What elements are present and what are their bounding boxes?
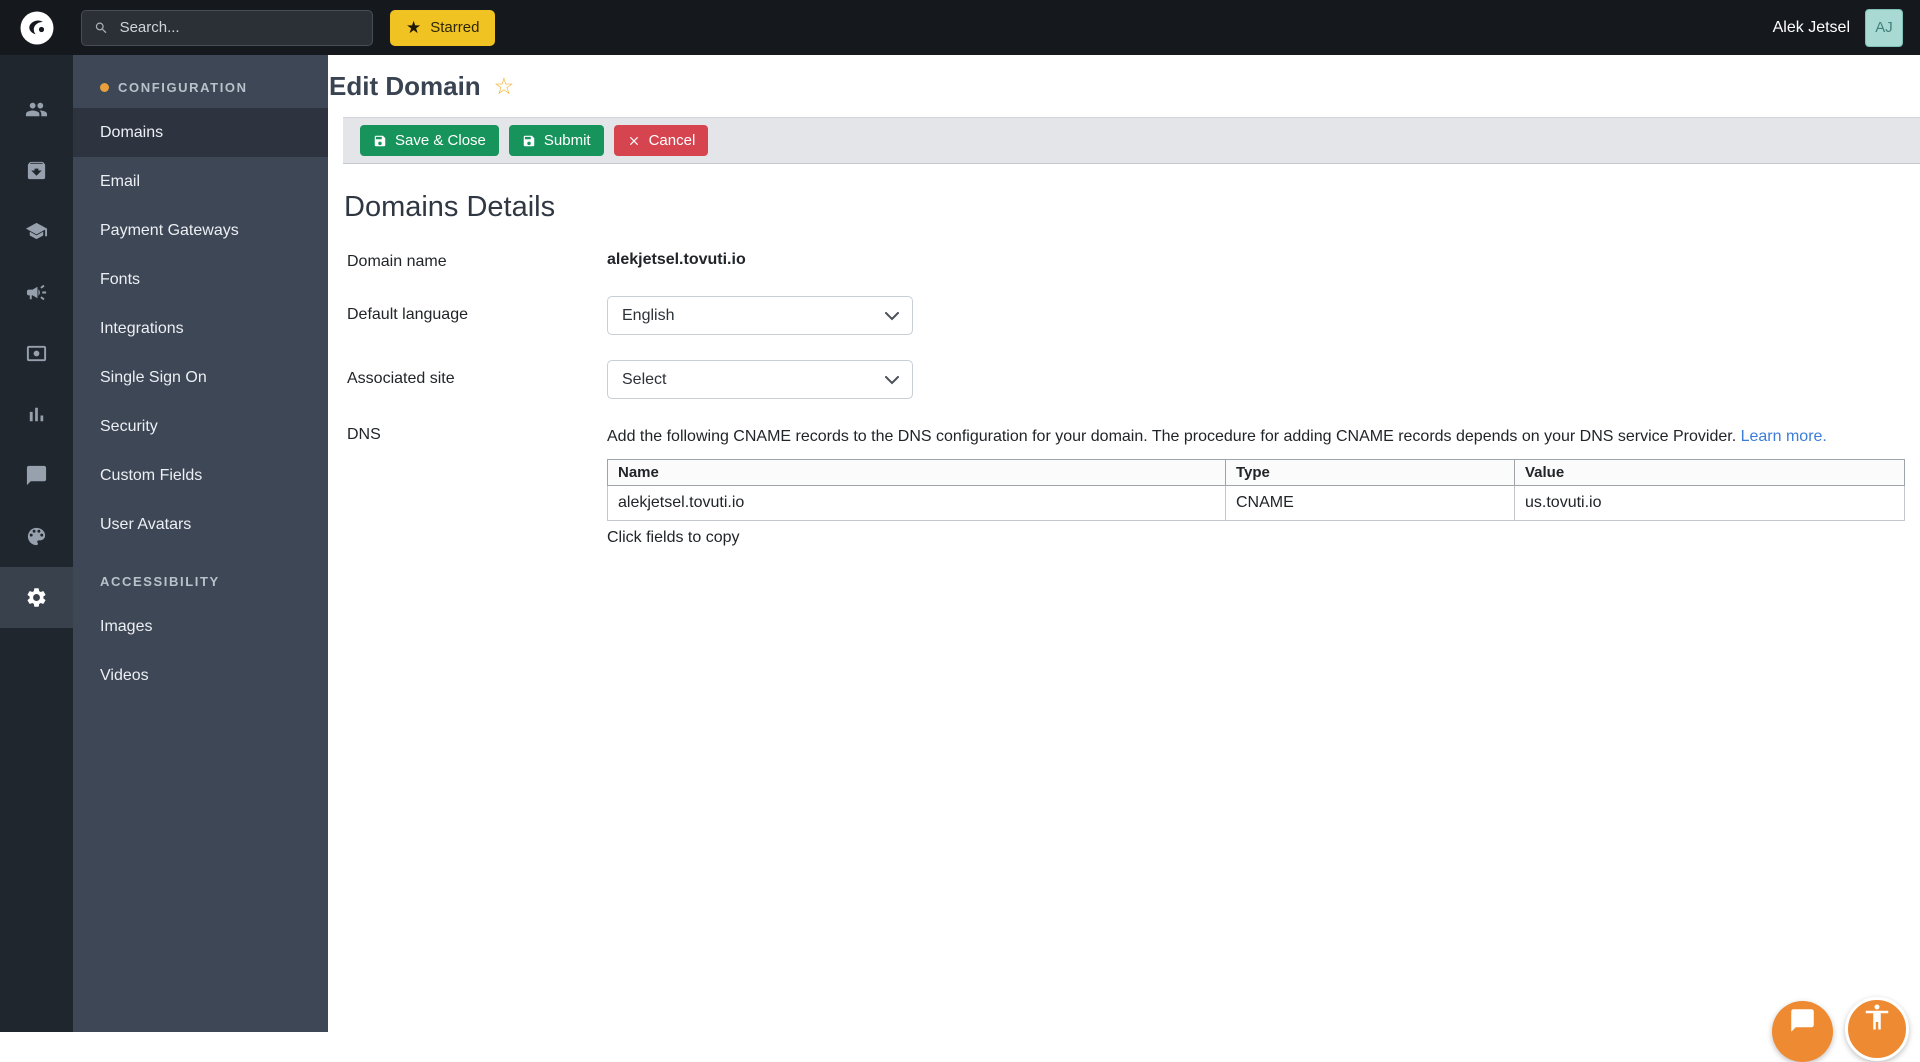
chart-icon bbox=[25, 403, 48, 426]
chat-icon bbox=[25, 464, 48, 487]
submit-button[interactable]: Submit bbox=[509, 125, 604, 156]
sidebar-item-videos[interactable]: Videos bbox=[73, 651, 328, 700]
sidebar-item-domains[interactable]: Domains bbox=[73, 108, 328, 157]
section-title: CONFIGURATION bbox=[118, 80, 248, 95]
search-input[interactable] bbox=[118, 18, 360, 37]
save-icon bbox=[522, 134, 536, 148]
dns-label: DNS bbox=[347, 424, 607, 444]
gear-icon bbox=[25, 586, 48, 609]
domain-name-value: alekjetsel.tovuti.io bbox=[607, 251, 746, 269]
default-language-value: English bbox=[622, 307, 674, 325]
chevron-down-icon bbox=[885, 312, 899, 321]
sidebar: CONFIGURATION Domains Email Payment Gate… bbox=[73, 55, 328, 1032]
topbar: ★ Starred Alek Jetsel AJ bbox=[0, 0, 1920, 55]
header-type: Type bbox=[1226, 459, 1515, 485]
rail-item-marketing[interactable] bbox=[0, 262, 73, 323]
sidebar-item-payment-gateways[interactable]: Payment Gateways bbox=[73, 206, 328, 255]
default-language-row: Default language English bbox=[347, 296, 1920, 335]
rail-item-settings[interactable] bbox=[0, 567, 73, 628]
sidebar-section-accessibility: ACCESSIBILITY bbox=[73, 549, 328, 602]
dns-records-table: Name Type Value alekjetsel.tovuti.io CNA… bbox=[607, 459, 1905, 521]
chevron-down-icon bbox=[885, 376, 899, 385]
save-close-button[interactable]: Save & Close bbox=[360, 125, 499, 156]
rail-item-media[interactable] bbox=[0, 323, 73, 384]
palette-icon bbox=[25, 525, 48, 548]
main-content: Edit Domain ☆ Save & Close Submit Cancel… bbox=[328, 55, 1920, 1032]
starred-label: Starred bbox=[430, 19, 479, 36]
table-row: alekjetsel.tovuti.io CNAME us.tovuti.io bbox=[608, 485, 1905, 520]
associated-site-label: Associated site bbox=[347, 360, 607, 388]
rail-item-messages[interactable] bbox=[0, 445, 73, 506]
associated-site-row: Associated site Select bbox=[347, 360, 1920, 399]
domain-form: Domain name alekjetsel.tovuti.io Default… bbox=[347, 251, 1920, 547]
sidebar-item-integrations[interactable]: Integrations bbox=[73, 304, 328, 353]
chat-bubble-icon bbox=[1789, 1007, 1816, 1034]
accessibility-widget-button[interactable] bbox=[1845, 997, 1909, 1061]
header-name: Name bbox=[608, 459, 1226, 485]
dns-value-cell[interactable]: us.tovuti.io bbox=[1515, 485, 1905, 520]
save-icon bbox=[373, 134, 387, 148]
library-icon bbox=[25, 159, 48, 182]
sidebar-item-email[interactable]: Email bbox=[73, 157, 328, 206]
users-icon bbox=[25, 98, 48, 121]
search-box[interactable] bbox=[81, 10, 373, 46]
app-logo-icon[interactable] bbox=[19, 10, 55, 46]
dns-block: Add the following CNAME records to the D… bbox=[607, 424, 1904, 547]
dns-row: DNS Add the following CNAME records to t… bbox=[347, 424, 1920, 547]
page-title: Edit Domain bbox=[329, 71, 481, 102]
cancel-button[interactable]: Cancel bbox=[614, 125, 709, 156]
close-icon bbox=[627, 134, 641, 148]
star-filled-icon: ★ bbox=[406, 19, 421, 36]
accessibility-icon bbox=[1862, 1002, 1892, 1032]
submit-label: Submit bbox=[544, 132, 591, 149]
section-dot-icon bbox=[100, 83, 109, 92]
sidebar-item-custom-fields[interactable]: Custom Fields bbox=[73, 451, 328, 500]
associated-site-select[interactable]: Select bbox=[607, 360, 913, 399]
default-language-label: Default language bbox=[347, 296, 607, 324]
sidebar-item-images[interactable]: Images bbox=[73, 602, 328, 651]
user-name: Alek Jetsel bbox=[1773, 19, 1850, 37]
rail-item-reports[interactable] bbox=[0, 384, 73, 445]
save-close-label: Save & Close bbox=[395, 132, 486, 149]
icon-rail bbox=[0, 55, 73, 1032]
table-header-row: Name Type Value bbox=[608, 459, 1905, 485]
header-value: Value bbox=[1515, 459, 1905, 485]
sidebar-item-single-sign-on[interactable]: Single Sign On bbox=[73, 353, 328, 402]
domain-name-label: Domain name bbox=[347, 251, 607, 271]
learn-more-link[interactable]: Learn more. bbox=[1741, 428, 1827, 445]
dns-name-cell[interactable]: alekjetsel.tovuti.io bbox=[608, 485, 1226, 520]
rail-item-design[interactable] bbox=[0, 506, 73, 567]
rail-item-users[interactable] bbox=[0, 79, 73, 140]
default-language-select[interactable]: English bbox=[607, 296, 913, 335]
cancel-label: Cancel bbox=[649, 132, 696, 149]
section-title: ACCESSIBILITY bbox=[100, 574, 220, 589]
favorite-star-icon[interactable]: ☆ bbox=[494, 75, 515, 98]
dns-help-text: Add the following CNAME records to the D… bbox=[607, 426, 1904, 448]
starred-button[interactable]: ★ Starred bbox=[390, 10, 495, 46]
sidebar-item-fonts[interactable]: Fonts bbox=[73, 255, 328, 304]
domain-name-row: Domain name alekjetsel.tovuti.io bbox=[347, 251, 1920, 271]
section-title: Domains Details bbox=[344, 191, 1920, 224]
dns-type-cell[interactable]: CNAME bbox=[1226, 485, 1515, 520]
dns-help-body: Add the following CNAME records to the D… bbox=[607, 428, 1736, 445]
sidebar-section-configuration: CONFIGURATION bbox=[73, 55, 328, 108]
search-icon bbox=[94, 20, 109, 36]
media-icon bbox=[25, 342, 48, 365]
rail-item-library[interactable] bbox=[0, 140, 73, 201]
copy-hint: Click fields to copy bbox=[607, 529, 1904, 547]
associated-site-value: Select bbox=[622, 371, 666, 389]
page-header: Edit Domain ☆ bbox=[328, 55, 1920, 117]
sidebar-item-security[interactable]: Security bbox=[73, 402, 328, 451]
action-toolbar: Save & Close Submit Cancel bbox=[343, 117, 1920, 164]
graduation-cap-icon bbox=[25, 220, 48, 243]
megaphone-icon bbox=[25, 281, 48, 304]
avatar[interactable]: AJ bbox=[1865, 9, 1903, 47]
rail-item-courses[interactable] bbox=[0, 201, 73, 262]
sidebar-item-user-avatars[interactable]: User Avatars bbox=[73, 500, 328, 549]
